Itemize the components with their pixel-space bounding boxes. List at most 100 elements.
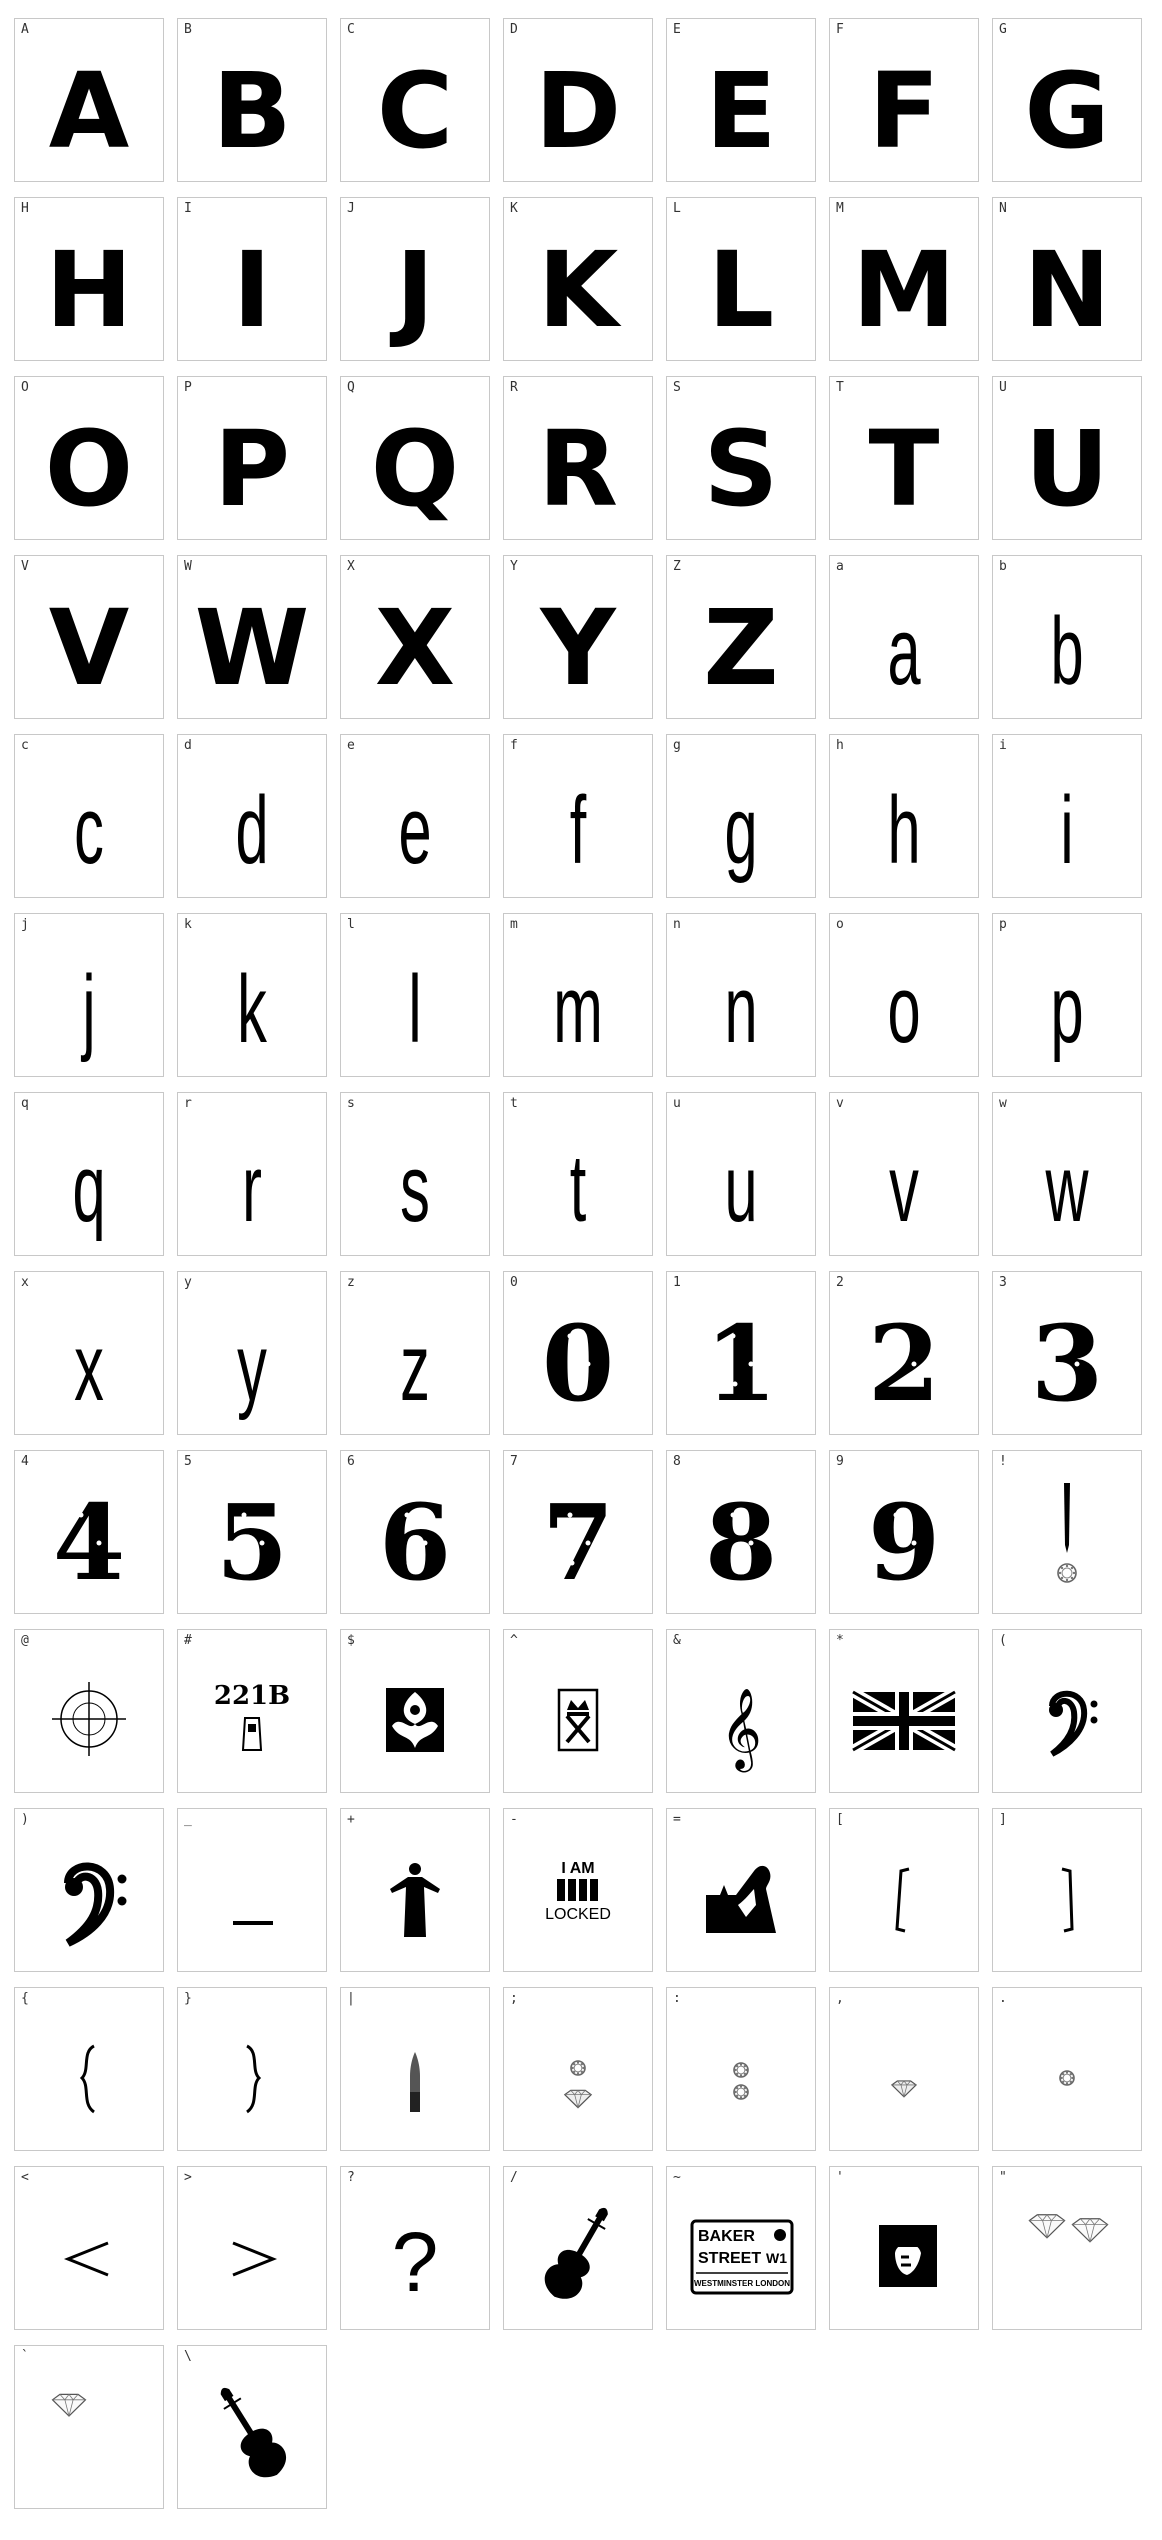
glyph-cell[interactable]: jj [14, 913, 164, 1077]
glyph-key-label: , [836, 1991, 844, 2006]
glyph-cell[interactable]: ?? [340, 2166, 490, 2330]
glyph-cell[interactable]: @ [14, 1629, 164, 1793]
glyph-sample-char: W [195, 587, 310, 709]
glyph-cell[interactable]: ii [992, 734, 1142, 898]
glyph-cell[interactable]: VV [14, 555, 164, 719]
glyph-sample: 8 [705, 1481, 777, 1604]
glyph-cell[interactable]: bb [992, 555, 1142, 719]
glyph-cell[interactable]: \ [177, 2345, 327, 2509]
glyph-cell[interactable]: pp [992, 913, 1142, 1077]
glyph-cell[interactable]: yy [177, 1271, 327, 1435]
glyph-cell[interactable]: FF [829, 18, 979, 182]
glyph-cell[interactable]: [ [829, 1808, 979, 1972]
glyph-cell[interactable]: AA [14, 18, 164, 182]
glyph-cell[interactable]: NN [992, 197, 1142, 361]
glyph-cell[interactable]: 22 [829, 1271, 979, 1435]
glyph-cell[interactable]: SS [666, 376, 816, 540]
glyph-sample-char: g [724, 776, 757, 883]
glyph-cell[interactable]: zz [340, 1271, 490, 1435]
glyph-cell[interactable]: ^ [503, 1629, 653, 1793]
glyph-key-label: U [999, 380, 1007, 395]
glyph-sample: n [724, 955, 757, 1062]
glyph-cell[interactable]: CC [340, 18, 490, 182]
glyph-cell[interactable]: hh [829, 734, 979, 898]
glyph-cell[interactable]: } [177, 1987, 327, 2151]
glyph-cell[interactable]: 00 [503, 1271, 653, 1435]
glyph-cell[interactable]: BB [177, 18, 327, 182]
glyph-cell[interactable]: ( [992, 1629, 1142, 1793]
glyph-cell[interactable]: qq [14, 1092, 164, 1256]
glyph-cell[interactable]: " [992, 2166, 1142, 2330]
glyph-cell[interactable]: ZZ [666, 555, 816, 719]
glyph-cell[interactable]: _ [177, 1808, 327, 1972]
glyph-cell[interactable]: xx [14, 1271, 164, 1435]
glyph-cell[interactable]: dd [177, 734, 327, 898]
glyph-cell[interactable]: 33 [992, 1271, 1142, 1435]
glyph-cell[interactable]: KK [503, 197, 653, 361]
glyph-cell[interactable]: tt [503, 1092, 653, 1256]
glyph-cell[interactable]: 88 [666, 1450, 816, 1614]
glyph-cell[interactable]: ww [992, 1092, 1142, 1256]
glyph-cell[interactable]: 99 [829, 1450, 979, 1614]
glyph-cell[interactable]: nn [666, 913, 816, 1077]
glyph-cell[interactable]: 77 [503, 1450, 653, 1614]
glyph-cell[interactable]: ) [14, 1808, 164, 1972]
glyph-cell[interactable]: + [340, 1808, 490, 1972]
glyph-cell[interactable]: EE [666, 18, 816, 182]
glyph-cell[interactable]: WW [177, 555, 327, 719]
glyph-cell[interactable]: DD [503, 18, 653, 182]
glyph-cell[interactable]: mm [503, 913, 653, 1077]
glyph-cell[interactable]: . [992, 1987, 1142, 2151]
glyph-cell[interactable]: PP [177, 376, 327, 540]
glyph-cell[interactable]: HH [14, 197, 164, 361]
glyph-cell[interactable]: 55 [177, 1450, 327, 1614]
glyph-cell[interactable]: ] [992, 1808, 1142, 1972]
glyph-key-label: h [836, 738, 844, 753]
glyph-cell[interactable]: YY [503, 555, 653, 719]
glyph-cell[interactable]: * [829, 1629, 979, 1793]
glyph-cell[interactable]: aa [829, 555, 979, 719]
glyph-cell[interactable]: uu [666, 1092, 816, 1256]
glyph-cell[interactable]: & 𝄞 [666, 1629, 816, 1793]
glyph-cell[interactable]: cc [14, 734, 164, 898]
glyph-cell[interactable]: ll [340, 913, 490, 1077]
glyph-cell[interactable]: ` [14, 2345, 164, 2509]
glyph-cell[interactable]: = [666, 1808, 816, 1972]
glyph-cell[interactable]: ; [503, 1987, 653, 2151]
glyph-cell[interactable]: MM [829, 197, 979, 361]
glyph-cell[interactable]: gg [666, 734, 816, 898]
glyph-cell[interactable]: < [14, 2166, 164, 2330]
glyph-cell[interactable]: $ [340, 1629, 490, 1793]
glyph-cell[interactable]: - I AM LOCKED [503, 1808, 653, 1972]
glyph-cell[interactable]: RR [503, 376, 653, 540]
glyph-cell[interactable]: ee [340, 734, 490, 898]
glyph-cell[interactable]: : [666, 1987, 816, 2151]
glyph-cell[interactable]: | [340, 1987, 490, 2151]
glyph-cell[interactable]: ! [992, 1450, 1142, 1614]
glyph-cell[interactable]: rr [177, 1092, 327, 1256]
glyph-cell[interactable]: / [503, 2166, 653, 2330]
glyph-cell[interactable]: ' [829, 2166, 979, 2330]
glyph-cell[interactable]: TT [829, 376, 979, 540]
glyph-cell[interactable]: LL [666, 197, 816, 361]
glyph-cell[interactable]: 11 [666, 1271, 816, 1435]
glyph-cell[interactable]: GG [992, 18, 1142, 182]
glyph-cell[interactable]: II [177, 197, 327, 361]
glyph-cell[interactable]: UU [992, 376, 1142, 540]
glyph-cell[interactable]: > [177, 2166, 327, 2330]
glyph-cell[interactable]: vv [829, 1092, 979, 1256]
glyph-cell[interactable]: OO [14, 376, 164, 540]
glyph-cell[interactable]: 66 [340, 1450, 490, 1614]
glyph-cell[interactable]: ~ BAKER STREET W1 WESTMINSTER LONDON [666, 2166, 816, 2330]
glyph-cell[interactable]: { [14, 1987, 164, 2151]
glyph-cell[interactable]: ss [340, 1092, 490, 1256]
glyph-cell[interactable]: kk [177, 913, 327, 1077]
glyph-cell[interactable]: , [829, 1987, 979, 2151]
glyph-cell[interactable]: 44 [14, 1450, 164, 1614]
glyph-cell[interactable]: JJ [340, 197, 490, 361]
glyph-cell[interactable]: #221B [177, 1629, 327, 1793]
glyph-cell[interactable]: QQ [340, 376, 490, 540]
glyph-cell[interactable]: oo [829, 913, 979, 1077]
glyph-cell[interactable]: XX [340, 555, 490, 719]
glyph-cell[interactable]: ff [503, 734, 653, 898]
